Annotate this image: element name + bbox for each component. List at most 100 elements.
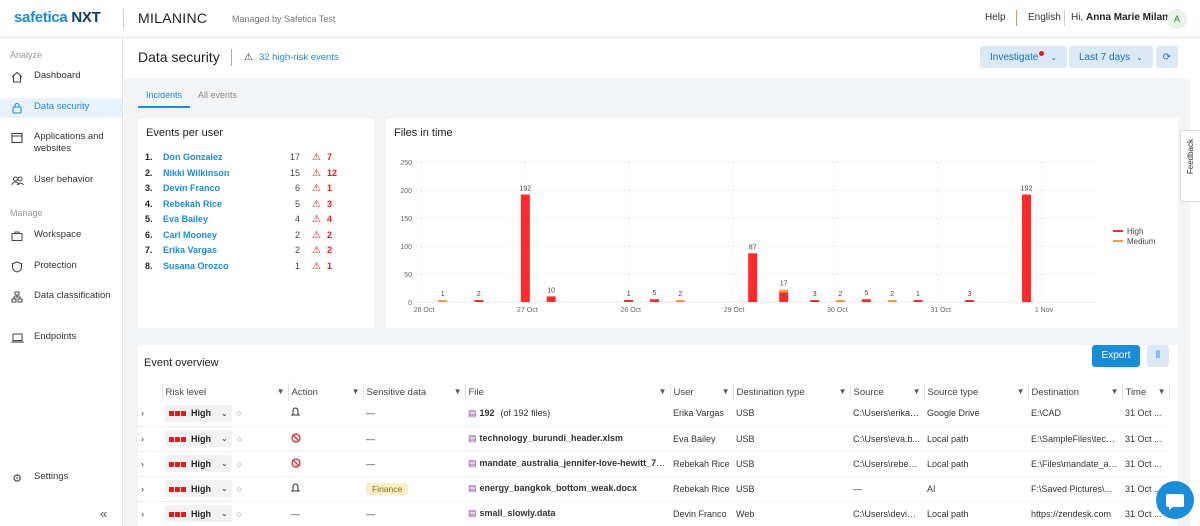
sidebar-item-data-security[interactable]: Data security <box>0 98 122 118</box>
risk-level-dropdown[interactable]: High ⌄ <box>165 505 232 522</box>
filter-icon[interactable]: ▼ <box>1017 387 1025 396</box>
column-header[interactable]: User ▼ <box>670 383 734 401</box>
tab-incidents[interactable]: Incidents <box>138 90 191 108</box>
expand-chevron-icon[interactable]: › <box>138 426 162 452</box>
column-header[interactable]: Action ▼ <box>288 383 364 401</box>
table-row[interactable]: › High ⌄ ○ — ▤ mandate_australia_jennifer-love… <box>138 451 1169 477</box>
file-cell[interactable]: ▤ mandate_australia_jennifer-love-hewitt_… <box>465 451 670 477</box>
filter-icon[interactable]: ▼ <box>277 387 285 396</box>
sidebar-item-protection[interactable]: Protection <box>0 260 122 276</box>
expand-chevron-icon[interactable]: › <box>138 476 162 502</box>
file-cell[interactable]: ▤ technology_burundi_header.xlsm <box>465 426 670 452</box>
event-count: 6 <box>294 183 300 193</box>
user-link[interactable]: Devin Franco <box>163 183 220 193</box>
file-cell[interactable]: ▤ small_slowly.data <box>465 501 670 526</box>
filter-icon[interactable]: ▼ <box>913 387 921 396</box>
data-label: 17 <box>780 281 788 288</box>
x-tick-label: 29 Oct <box>724 307 745 314</box>
collapse-sidebar-icon[interactable]: « <box>100 506 107 521</box>
destination-cell: E:\CAD <box>1028 401 1122 427</box>
refresh-button[interactable]: ⟳ <box>1156 46 1178 68</box>
risk-level-dropdown[interactable]: High ⌄ <box>165 404 232 422</box>
user-link[interactable]: Don Gonzalez <box>163 152 223 162</box>
sidebar-item-data-classification[interactable]: Data classification <box>0 290 122 314</box>
sidebar-item-workspace[interactable]: Workspace <box>0 229 122 245</box>
info-icon[interactable]: ○ <box>237 509 242 519</box>
x-tick-label: 1 Nov <box>1035 307 1054 314</box>
bar-high <box>1022 194 1031 302</box>
sidebar-item-settings[interactable]: ⚙ Settings <box>0 471 122 487</box>
risk-bars <box>169 459 187 469</box>
column-header[interactable]: Source ▼ <box>850 383 925 401</box>
filter-icon[interactable]: ▼ <box>1111 387 1119 396</box>
file-icon: ▤ <box>468 407 477 418</box>
user-link[interactable]: Nikki Wilkinson <box>163 168 229 178</box>
source-cell: C:\Users\eva.b... <box>850 426 924 452</box>
period-selector[interactable]: Last 7 days ⌄ <box>1069 46 1153 68</box>
risk-level-dropdown[interactable]: High ⌄ <box>165 455 232 472</box>
event-count: 2 <box>294 245 300 255</box>
risk-level-dropdown[interactable]: High ⌄ <box>165 480 232 497</box>
info-icon[interactable]: ○ <box>237 408 242 418</box>
destination-cell: F:\Saved Pictures\... <box>1028 476 1122 502</box>
filter-icon[interactable]: ▼ <box>352 387 360 396</box>
info-icon[interactable]: ○ <box>237 434 242 444</box>
filter-icon[interactable]: ▼ <box>1158 387 1166 396</box>
high-risk-count: 1 <box>327 260 333 271</box>
sidebar-item-user-behavior[interactable]: User behavior <box>0 174 122 190</box>
column-header[interactable]: Source type ▼ <box>924 383 1029 401</box>
tabs: Incidents All events <box>138 90 245 108</box>
bar-high <box>748 253 758 302</box>
high-risk-events-link[interactable]: ⚠ 32 high-risk events <box>244 52 339 63</box>
export-button[interactable]: Export <box>1092 345 1140 367</box>
info-icon[interactable]: ○ <box>237 484 242 494</box>
expand-chevron-icon[interactable]: › <box>138 451 162 477</box>
user-link[interactable]: Erika Vargas <box>163 245 217 255</box>
file-cell[interactable]: ▤ energy_bangkok_bottom_weak.docx <box>465 476 670 502</box>
help-link[interactable]: Help <box>985 12 1006 23</box>
table-row[interactable]: › High ⌄ ○ — ▤ technology_burundi_header.xlsm E… <box>138 426 1169 452</box>
sidebar-item-dashboard[interactable]: Dashboard <box>0 70 122 86</box>
filter-icon[interactable]: ▼ <box>454 387 462 396</box>
column-header[interactable]: Sensitive data ▼ <box>363 383 466 401</box>
file-cell[interactable]: ▤ 192 (of 192 files) <box>465 401 670 427</box>
table-row[interactable]: › High ⌄ ○ — — ▤ small_slowly.data Devin Franco W… <box>138 501 1169 526</box>
column-header[interactable]: Risk level ▼ <box>162 383 289 401</box>
investigate-button[interactable]: Investigate ⌄ <box>980 46 1068 68</box>
file-icon: ▤ <box>468 458 477 468</box>
column-header[interactable]: File ▼ <box>465 383 671 401</box>
user-link[interactable]: Susana Orozco <box>163 261 229 271</box>
file-name: technology_burundi_header.xlsm <box>479 433 624 443</box>
filter-icon[interactable]: ▼ <box>659 387 667 396</box>
feedback-tab[interactable]: Feedback <box>1180 130 1200 202</box>
columns-button[interactable]: ⫴ <box>1147 345 1169 367</box>
chat-button[interactable] <box>1156 481 1194 519</box>
user-link[interactable]: Carl Mooney <box>163 230 217 240</box>
column-header[interactable]: Time ▼ <box>1122 383 1170 401</box>
table-row[interactable]: › High ⌄ ○ Finance ▤ energy_bangkok_bottom_wea… <box>138 476 1169 502</box>
block-icon <box>291 457 301 470</box>
safetica-logo[interactable]: safetica NXT <box>14 9 101 26</box>
user-link[interactable]: Eva Bailey <box>163 214 208 224</box>
table-row[interactable]: › High ⌄ ○ — ▤ 192 (of 192 files) Erika Vargas US… <box>138 401 1169 427</box>
avatar[interactable]: A <box>1167 9 1187 29</box>
bar-high <box>474 300 484 302</box>
info-icon[interactable]: ○ <box>237 459 242 469</box>
column-header[interactable]: Destination type ▼ <box>733 383 851 401</box>
expand-chevron-icon[interactable]: › <box>138 501 162 526</box>
y-tick-label: 150 <box>400 216 412 223</box>
user-greeting[interactable]: Hi, Anna Marie Milan <box>1071 12 1168 23</box>
chevron-down-icon: ⌄ <box>221 484 228 493</box>
chevron-down-icon: ⌄ <box>1136 52 1143 62</box>
rank: 5. <box>145 214 153 224</box>
expand-chevron-icon[interactable]: › <box>138 401 162 427</box>
language-selector[interactable]: English <box>1028 12 1061 23</box>
user-link[interactable]: Rebekah Rice <box>163 199 222 209</box>
sidebar-item-applications[interactable]: Applications and websites <box>0 131 122 155</box>
filter-icon[interactable]: ▼ <box>839 387 847 396</box>
sidebar-item-endpoints[interactable]: Endpoints <box>0 331 122 347</box>
tab-all-events[interactable]: All events <box>190 90 245 108</box>
filter-icon[interactable]: ▼ <box>722 387 730 396</box>
column-header[interactable]: Destination ▼ <box>1028 383 1123 401</box>
risk-level-dropdown[interactable]: High ⌄ <box>165 430 232 447</box>
